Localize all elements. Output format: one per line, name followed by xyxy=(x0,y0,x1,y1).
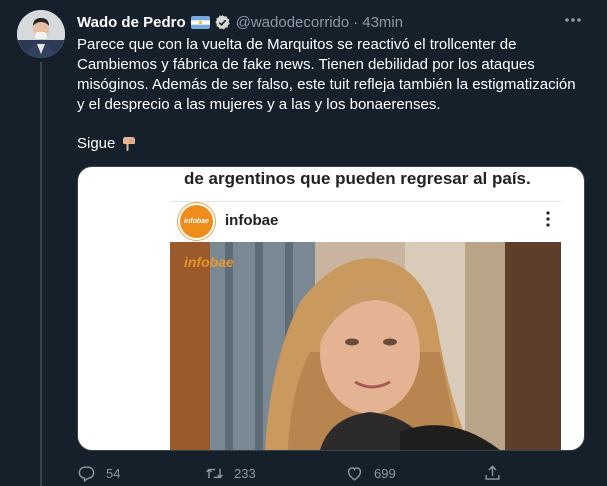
tweet-text-line: Parece que con la vuelta de Marquitos se… xyxy=(77,36,517,53)
avatar[interactable] xyxy=(17,10,65,58)
tweet-header: Wado de Pedro @wadodecorrido · 43min xyxy=(77,12,403,32)
author-name[interactable]: Wado de Pedro xyxy=(77,14,186,31)
instagram-account-name: infobae xyxy=(225,212,279,229)
like-count: 699 xyxy=(374,465,396,481)
separator-dot: · xyxy=(353,13,359,31)
pointing-down-hand-icon xyxy=(123,137,136,151)
like-button[interactable]: 699 xyxy=(345,462,396,484)
sigue-line: Sigue xyxy=(77,134,137,154)
share-button[interactable] xyxy=(483,462,502,484)
tweet-actions: 54 233 699 xyxy=(77,462,587,484)
reply-count: 54 xyxy=(106,465,121,481)
media-image[interactable]: de argentinos que pueden regresar al paí… xyxy=(77,166,585,451)
instagram-more-icon xyxy=(545,210,551,228)
tweet-text-line: y el desprecio a las mujeres y a las y l… xyxy=(77,96,441,113)
argentina-flag-icon xyxy=(190,15,210,29)
instagram-post-header: infobae infobae xyxy=(170,201,561,243)
media-headline: de argentinos que pueden regresar al paí… xyxy=(184,169,531,188)
verified-badge-icon xyxy=(214,14,230,29)
like-icon xyxy=(347,466,362,481)
more-options-icon[interactable] xyxy=(560,10,586,30)
retweet-icon xyxy=(206,468,223,478)
instagram-post-screenshot: de argentinos que pueden regresar al paí… xyxy=(170,167,561,450)
author-handle[interactable]: @wadodecorrido xyxy=(236,14,350,31)
reply-icon xyxy=(78,465,95,482)
infobae-logo: infobae xyxy=(180,205,213,238)
retweet-count: 233 xyxy=(234,465,256,481)
tweet-text: Parece que con la vuelta de Marquitos se… xyxy=(77,35,587,115)
retweet-button[interactable]: 233 xyxy=(205,462,256,484)
timestamp[interactable]: 43min xyxy=(362,14,403,31)
thread-line xyxy=(40,62,42,486)
tweet: Wado de Pedro @wadodecorrido · 43min Par… xyxy=(0,0,607,486)
infobae-watermark: infobae xyxy=(184,254,234,270)
share-icon xyxy=(485,464,500,480)
news-photo: infobae xyxy=(170,242,561,450)
tweet-text-line: misóginos. Además de ser falso, este tui… xyxy=(77,76,576,93)
tweet-text-line: Cambiemos y fábrica de fake news. Tienen… xyxy=(77,56,535,73)
sigue-text: Sigue xyxy=(77,135,116,152)
reply-button[interactable]: 54 xyxy=(77,462,120,484)
